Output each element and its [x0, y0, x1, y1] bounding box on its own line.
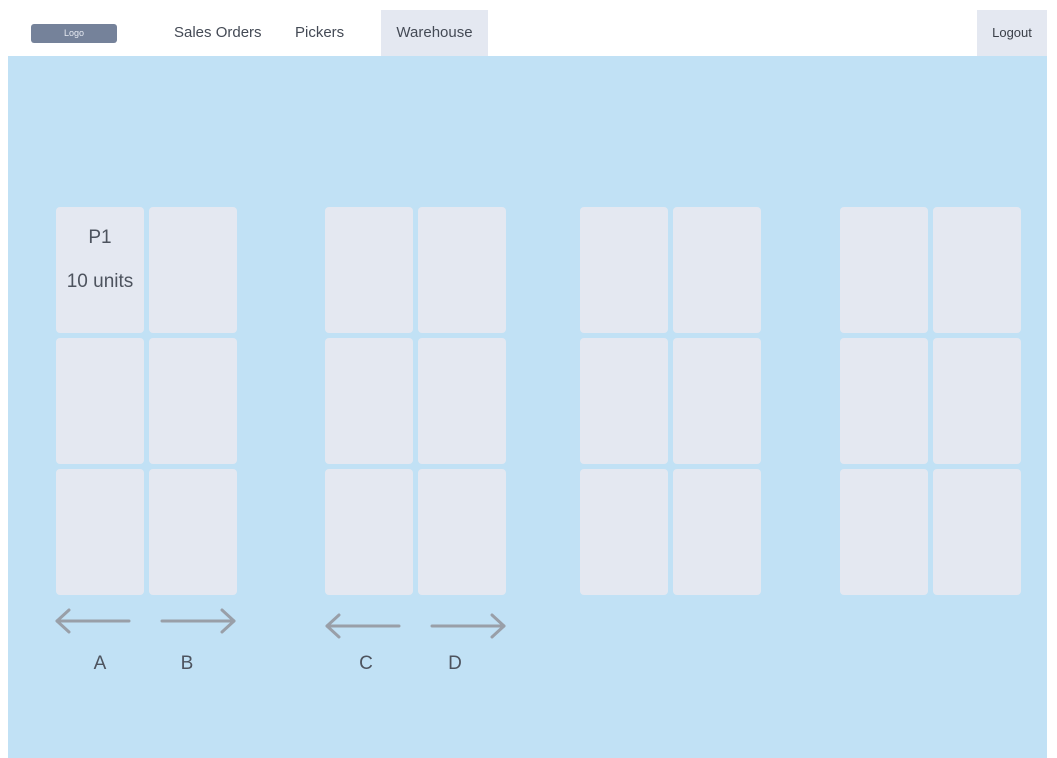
rack-cell[interactable]	[933, 338, 1021, 464]
logout-button[interactable]: Logout	[977, 10, 1047, 56]
app-frame: Logo Sales Orders Pickers Warehouse Logo…	[8, 10, 1047, 758]
rack-2	[325, 207, 507, 597]
arrow-left-icon	[325, 613, 401, 639]
rack-cell[interactable]	[580, 338, 668, 464]
rack-cell[interactable]	[933, 207, 1021, 333]
aisle-label-a: A	[93, 653, 107, 674]
rack-cell[interactable]	[580, 207, 668, 333]
rack-cell[interactable]	[149, 469, 237, 595]
rack-cell[interactable]	[56, 469, 144, 595]
rack-cell[interactable]	[325, 469, 413, 595]
rack-cell[interactable]	[840, 469, 928, 595]
rack-4	[840, 207, 1022, 597]
rack-cell[interactable]	[325, 207, 413, 333]
rack-cell[interactable]	[673, 207, 761, 333]
arrow-left-icon	[55, 608, 131, 634]
rack-cell[interactable]	[418, 338, 506, 464]
rack-cell[interactable]	[149, 338, 237, 464]
rack-cell-p1[interactable]: P1 10 units	[56, 207, 144, 333]
aisle-label-d: D	[448, 653, 462, 674]
cell-units: 10 units	[66, 271, 134, 292]
cell-title: P1	[88, 227, 112, 248]
rack-cell[interactable]	[673, 338, 761, 464]
aisle-label-c: C	[359, 653, 373, 674]
rack-3	[580, 207, 762, 597]
logo[interactable]: Logo	[31, 24, 117, 43]
rack-cell[interactable]	[325, 338, 413, 464]
nav-pickers[interactable]: Pickers	[295, 10, 344, 56]
arrow-right-icon	[430, 613, 506, 639]
aisle-label-b: B	[180, 653, 194, 674]
rack-cell[interactable]	[840, 207, 928, 333]
top-navbar: Logo Sales Orders Pickers Warehouse Logo…	[8, 10, 1047, 56]
nav-sales-orders[interactable]: Sales Orders	[174, 10, 262, 56]
rack-cell[interactable]	[580, 469, 668, 595]
rack-cell[interactable]	[418, 469, 506, 595]
rack-cell[interactable]	[418, 207, 506, 333]
rack-cell[interactable]	[673, 469, 761, 595]
rack-cell[interactable]	[56, 338, 144, 464]
rack-cell[interactable]	[840, 338, 928, 464]
rack-1: P1 10 units	[56, 207, 238, 597]
arrow-right-icon	[160, 608, 236, 634]
nav-warehouse[interactable]: Warehouse	[381, 10, 488, 56]
rack-cell[interactable]	[149, 207, 237, 333]
rack-cell[interactable]	[933, 469, 1021, 595]
